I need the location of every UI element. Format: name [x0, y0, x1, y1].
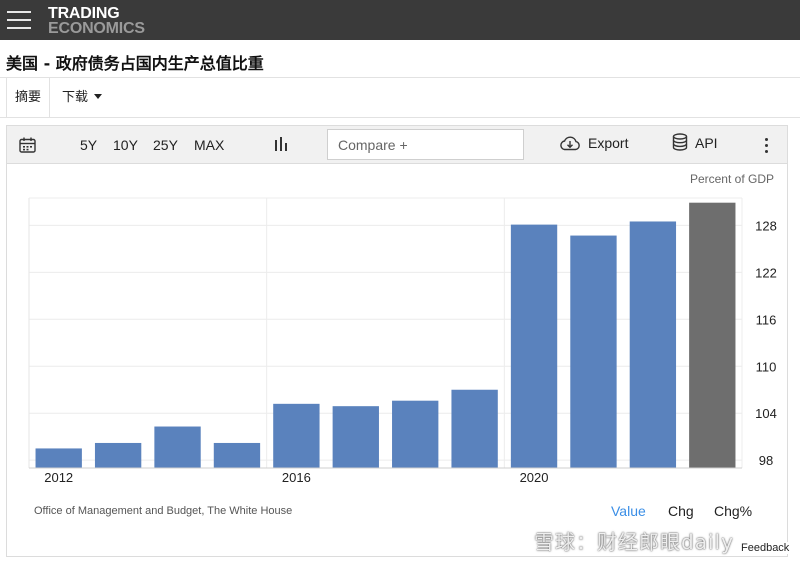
x-tick-label: 2016 [282, 470, 311, 484]
bar-chart-type-icon[interactable] [274, 136, 288, 152]
cloud-download-icon [560, 136, 580, 151]
more-options-icon[interactable] [764, 137, 770, 153]
logo-line-1: TRADING [48, 5, 120, 22]
api-label: API [695, 135, 718, 151]
tab-download-label: 下载 [62, 90, 89, 105]
range-25y-button[interactable]: 25Y [153, 137, 178, 153]
bar-2018 [392, 400, 439, 468]
bar-2015 [213, 442, 261, 468]
tab-summary[interactable]: 摘要 [6, 78, 50, 118]
bar-chart: 98 104 110 116 122 128 2012 2016 2020 [28, 197, 777, 484]
x-tick-label: 2012 [44, 470, 73, 484]
bar-2020 [510, 224, 558, 468]
watermark: 雪球：财经郎眼daily [534, 530, 734, 554]
tab-bar: 摘要 下载 [0, 78, 800, 118]
y-tick-label: 128 [755, 218, 777, 233]
bar-2014 [154, 426, 201, 468]
range-10y-button[interactable]: 10Y [113, 137, 138, 153]
y-tick-label: 98 [759, 453, 773, 468]
chart-toolbar: 5Y 10Y 25Y MAX Export API [7, 126, 787, 164]
caret-down-icon [94, 94, 103, 99]
mode-chg-percent-button[interactable]: Chg% [714, 503, 752, 519]
y-tick-label: 122 [755, 265, 777, 280]
range-5y-button[interactable]: 5Y [80, 137, 97, 153]
top-nav-bar: TRADING ECONOMICS [0, 0, 800, 40]
hamburger-menu-icon[interactable] [7, 10, 31, 30]
bar-2022 [629, 221, 677, 468]
y-tick-label: 110 [756, 359, 777, 374]
site-logo[interactable]: TRADING ECONOMICS [48, 5, 145, 37]
bar-2019 [451, 389, 498, 468]
x-tick-label: 2020 [520, 470, 549, 484]
chart-panel: 5Y 10Y 25Y MAX Export API [6, 125, 788, 557]
mode-value-button[interactable]: Value [611, 503, 646, 519]
export-button[interactable]: Export [559, 135, 628, 152]
bar-2016 [273, 403, 320, 468]
calendar-icon[interactable] [19, 137, 36, 153]
compare-input[interactable] [327, 129, 524, 160]
source-text: Office of Management and Budget, The Whi… [34, 505, 293, 517]
range-max-button[interactable]: MAX [194, 137, 224, 153]
divider [0, 117, 800, 118]
bar-2021 [570, 235, 617, 468]
feedback-button[interactable]: Feedback [739, 542, 792, 554]
page-title: 美国 - 政府债务占国内生产总值比重 [6, 54, 264, 73]
tab-download[interactable]: 下载 [62, 78, 103, 118]
logo-line-2: ECONOMICS [48, 20, 145, 37]
mode-chg-button[interactable]: Chg [668, 503, 694, 519]
bar-2023 [689, 202, 736, 468]
api-button[interactable]: API [672, 133, 718, 153]
database-icon [672, 133, 688, 151]
bar-2012 [35, 448, 82, 468]
y-tick-label: 116 [756, 312, 777, 327]
export-label: Export [588, 135, 629, 151]
bar-2013 [94, 442, 142, 468]
bar-2017 [332, 406, 379, 468]
y-tick-label: 104 [755, 406, 777, 421]
